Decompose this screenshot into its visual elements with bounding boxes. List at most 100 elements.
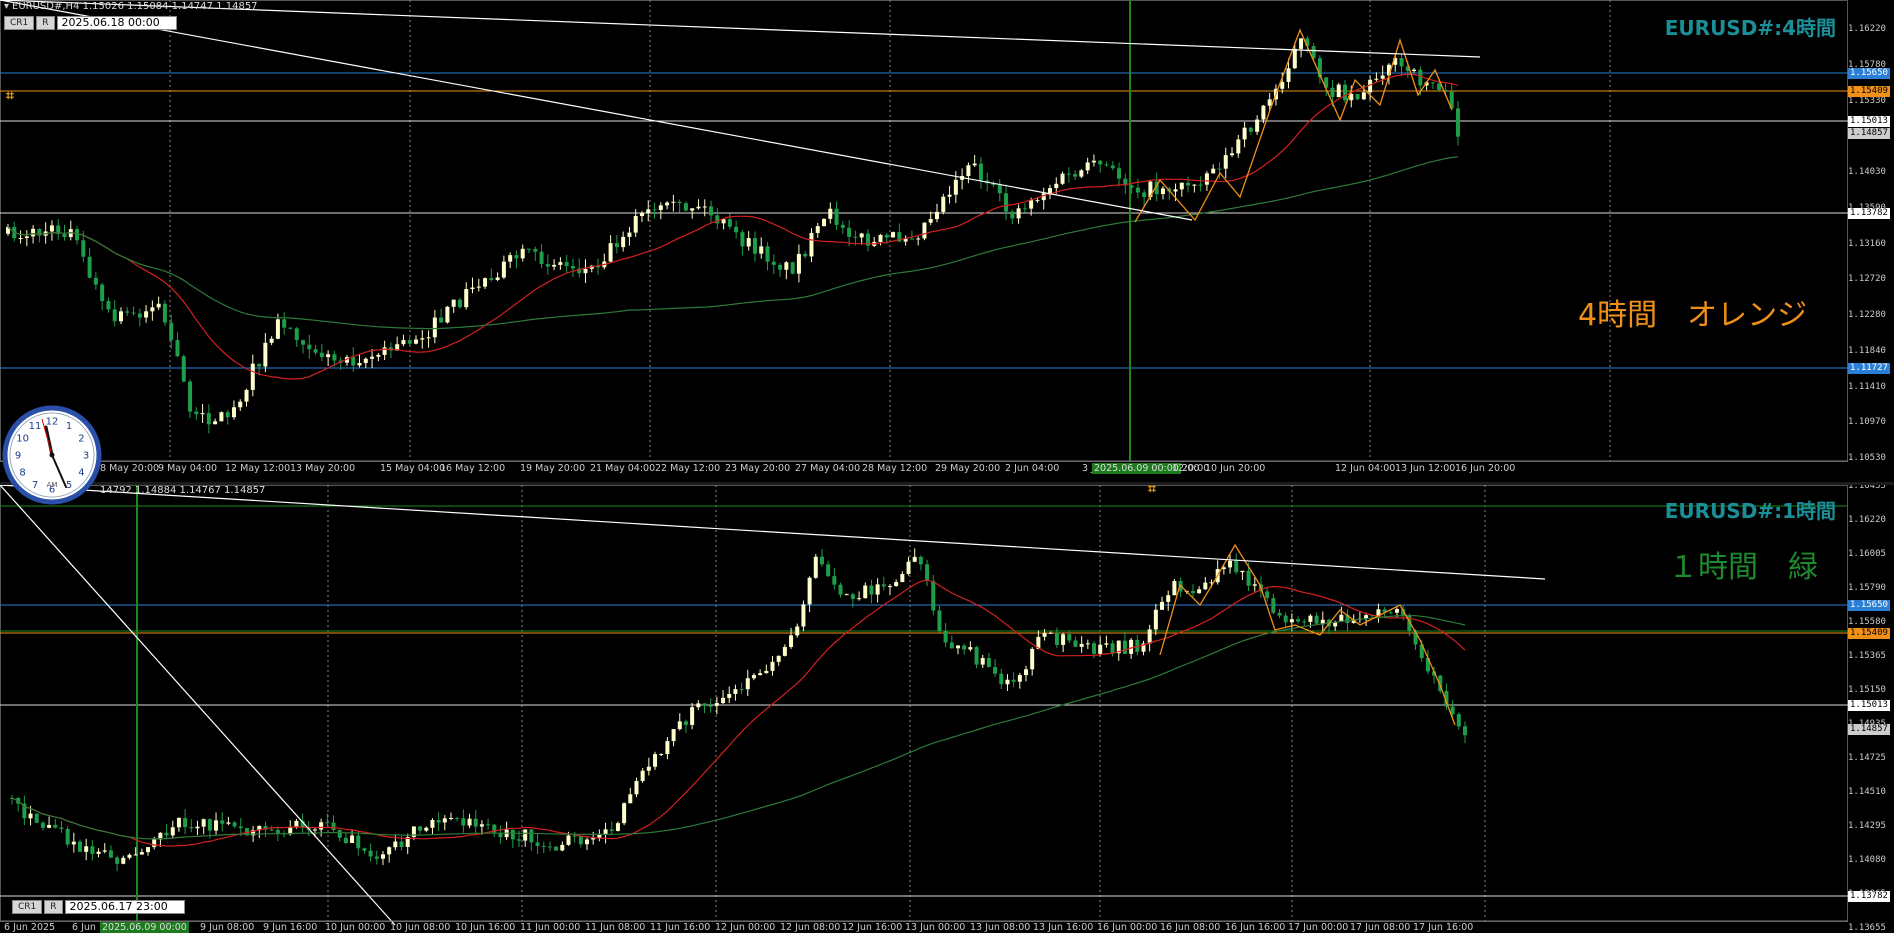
candle-body bbox=[118, 311, 123, 322]
candle-body bbox=[294, 328, 299, 341]
candle-body bbox=[968, 647, 973, 650]
clock-numeral: 10 bbox=[16, 434, 29, 445]
candle-body bbox=[878, 234, 883, 242]
r-button[interactable]: R bbox=[36, 16, 55, 30]
candle-body bbox=[677, 201, 682, 204]
candle-body bbox=[974, 647, 979, 665]
candle-body bbox=[683, 203, 688, 211]
time-label: 9 Jun 16:00 bbox=[263, 922, 318, 933]
candle-body bbox=[1129, 185, 1134, 188]
candle-body bbox=[1054, 632, 1059, 645]
candle-body bbox=[881, 584, 886, 587]
candle-body bbox=[150, 307, 155, 312]
dropdown-arrow-icon[interactable]: ▾ bbox=[4, 1, 9, 12]
h1-chart-canvas[interactable] bbox=[0, 485, 1894, 933]
candle-body bbox=[1079, 643, 1084, 647]
time-label: 13 May 20:00 bbox=[290, 463, 356, 474]
candle-body bbox=[891, 232, 896, 238]
h1-big-label: １時間 緑 bbox=[1668, 550, 1818, 585]
candle-body bbox=[1186, 182, 1191, 186]
candle-body bbox=[189, 827, 194, 829]
candle-body bbox=[1271, 598, 1276, 613]
candle-body bbox=[1066, 173, 1071, 175]
candle-body bbox=[473, 818, 478, 827]
time-label: 23 May 20:00 bbox=[725, 463, 791, 474]
candle-body bbox=[1173, 189, 1178, 192]
candle-body bbox=[658, 205, 663, 210]
candle-body bbox=[1153, 609, 1158, 630]
candle-body bbox=[175, 340, 180, 357]
time-label: 11 Jun 16:00 bbox=[650, 922, 711, 933]
price-label: 1.15365 bbox=[1848, 651, 1886, 661]
candle-body bbox=[916, 238, 921, 240]
cr1-button[interactable]: CR1 bbox=[4, 16, 35, 30]
candle-body bbox=[476, 286, 481, 288]
candle-body bbox=[918, 556, 923, 565]
candle-body bbox=[922, 222, 927, 239]
candle-body bbox=[1029, 200, 1034, 209]
candle-body bbox=[1242, 127, 1247, 140]
candle-body bbox=[1234, 560, 1239, 573]
candle-body bbox=[1330, 87, 1335, 97]
time-label: 17 Jun 00:00 bbox=[1288, 922, 1349, 933]
candle-body bbox=[269, 338, 274, 343]
time-label: 11 Jun 08:00 bbox=[585, 922, 646, 933]
candle-body bbox=[307, 344, 312, 350]
clock-face: 12 1234567891011 AM bbox=[2, 405, 102, 505]
candle-body bbox=[380, 854, 385, 859]
candle-body bbox=[980, 658, 985, 665]
candle-body bbox=[1047, 188, 1052, 194]
candle-body bbox=[510, 829, 515, 840]
time-label: 11 Jun 00:00 bbox=[520, 922, 581, 933]
clock-numeral: 8 bbox=[19, 468, 25, 479]
candle-body bbox=[250, 363, 255, 390]
candle-body bbox=[566, 835, 571, 845]
candle-body bbox=[115, 857, 120, 864]
candle-body bbox=[176, 818, 181, 828]
time-label: 28 May 12:00 bbox=[862, 463, 928, 474]
candle-body bbox=[125, 311, 130, 313]
candle-body bbox=[81, 240, 86, 257]
candle-body bbox=[1179, 182, 1184, 190]
candle-body bbox=[758, 673, 763, 675]
candle-body bbox=[461, 818, 466, 826]
candle-body bbox=[18, 238, 23, 240]
candle-body bbox=[131, 312, 136, 314]
chart-pane-h4[interactable]: ▾ EURUSD#,H4 1.15026 1.15084 1.14747 1.14… bbox=[0, 0, 1894, 482]
time-label: 12:00 bbox=[1172, 463, 1200, 474]
price-label: 1.13160 bbox=[1848, 238, 1886, 249]
hash-marker-icon: ⌗ bbox=[1148, 485, 1156, 497]
candle-body bbox=[331, 822, 336, 830]
candle-body bbox=[370, 356, 375, 359]
candle-body bbox=[93, 277, 98, 285]
candle-body bbox=[533, 248, 538, 252]
candle-body bbox=[552, 264, 557, 267]
h4-chart-canvas[interactable] bbox=[0, 0, 1894, 482]
price-label: 1.15150 bbox=[1848, 685, 1886, 695]
time-label: 27 May 04:00 bbox=[795, 463, 861, 474]
date-field[interactable]: 2025.06.17 23:00 bbox=[64, 900, 185, 914]
r-button[interactable]: R bbox=[44, 900, 63, 914]
candle-body bbox=[1343, 84, 1348, 101]
candle-body bbox=[545, 264, 550, 267]
candle-body bbox=[313, 349, 318, 353]
candle-body bbox=[1054, 183, 1059, 189]
candle-body bbox=[357, 363, 362, 366]
candle-body bbox=[813, 556, 818, 578]
date-field[interactable]: 2025.06.18 00:00 bbox=[56, 16, 177, 30]
candle-body bbox=[225, 412, 230, 418]
h4-big-label: 4時間 オレンジ bbox=[1578, 298, 1808, 333]
candle-body bbox=[1430, 82, 1435, 84]
candle-body bbox=[1010, 211, 1015, 219]
cr1-button[interactable]: CR1 bbox=[12, 900, 43, 914]
candle-body bbox=[671, 729, 676, 742]
chart-pane-h1[interactable]: 14792 1.14884 1.14767 1.14857 CR1 R 2025… bbox=[0, 485, 1894, 933]
candle-body bbox=[219, 412, 224, 422]
candle-body bbox=[819, 556, 824, 565]
time-label: 12 Jun 08:00 bbox=[780, 922, 841, 933]
candle-body bbox=[49, 225, 54, 232]
candle-body bbox=[1456, 108, 1460, 137]
candle-body bbox=[906, 561, 911, 574]
candle-body bbox=[31, 228, 36, 237]
candle-body bbox=[809, 232, 814, 257]
